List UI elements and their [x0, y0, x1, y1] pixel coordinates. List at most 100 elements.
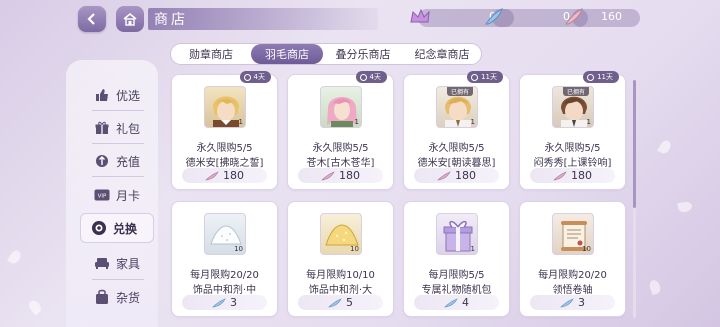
price-button[interactable]: 180 [530, 168, 615, 183]
item-quantity: 1 [586, 118, 591, 126]
item-name: 德米安[朝读暮思] [417, 158, 496, 169]
blue-feather-icon [328, 297, 342, 307]
item-image: 已拥有 1 [436, 86, 478, 128]
gift-icon [94, 120, 110, 136]
colorful-feather-icon [205, 170, 219, 180]
product-card[interactable]: 4天 1 永久限购5/5 苍木[古木苍华] 180 [287, 71, 394, 190]
product-card[interactable]: 11天 已拥有 1 永久限购5/5 德米安[朝读暮思] 180 [403, 71, 510, 190]
time-left-badge: 11天 [583, 71, 619, 83]
item-name: 饰品中和剂·大 [308, 285, 373, 296]
tab-stack-shop[interactable]: 叠分乐商店 [323, 44, 403, 64]
home-icon [123, 12, 137, 26]
petal-decoration [677, 200, 693, 214]
product-card[interactable]: 1 每月限购5/5 专属礼物随机包 4 [403, 201, 510, 317]
item-name: 闷秀秀[上课铃响] [533, 158, 612, 169]
price-button[interactable]: 180 [414, 168, 499, 183]
sidebar-item-label: 充值 [116, 154, 141, 169]
blue-feather-icon [212, 297, 226, 307]
item-image: 10 [204, 213, 246, 255]
sidebar-item-label: 礼包 [116, 121, 141, 136]
product-card[interactable]: 10 每月限购10/10 饰品中和剂·大 5 [287, 201, 394, 317]
petal-decoration [26, 298, 44, 316]
clock-icon [359, 73, 367, 81]
product-card[interactable]: 4天 1 永久限购5/5 德米安[拂晓之誓] 180 [171, 71, 278, 190]
time-left-badge: 11天 [467, 71, 503, 83]
product-card[interactable]: 10 每月限购20/20 饰品中和剂·中 3 [171, 201, 278, 317]
purchase-limit: 每月限购20/20 [190, 270, 259, 281]
sidebar-divider [92, 279, 144, 280]
svg-text:VIP: VIP [98, 194, 107, 200]
blue-feather-icon [560, 297, 574, 307]
item-image: 已拥有 1 [552, 86, 594, 128]
sidebar-item-monthly-card[interactable]: VIP 月卡 [84, 182, 150, 208]
colorful-feather-icon [553, 170, 567, 180]
currency-color-feather: 160 [565, 8, 640, 27]
price-button[interactable]: 4 [414, 295, 499, 310]
owned-tag: 已拥有 [447, 87, 474, 96]
purchase-limit: 永久限购5/5 [428, 143, 485, 154]
purchase-limit: 永久限购5/5 [312, 143, 369, 154]
item-quantity: 10 [234, 245, 243, 253]
item-image: 1 [320, 86, 362, 128]
crown-icon [410, 8, 430, 23]
price-button[interactable]: 180 [298, 168, 383, 183]
item-quantity: 1 [354, 118, 359, 126]
colorful-feather-icon [321, 170, 335, 180]
sidebar-item-label: 家具 [116, 256, 141, 271]
blue-feather-icon [444, 297, 458, 307]
exchange-icon [91, 220, 107, 236]
sidebar-item-furniture[interactable]: 家具 [84, 250, 150, 276]
item-name: 专属礼物随机包 [421, 285, 492, 296]
sidebar-item-label: 月卡 [116, 188, 141, 203]
petal-decoration [7, 248, 23, 266]
sidebar-item-label: 优选 [116, 88, 141, 103]
vip-card-icon: VIP [94, 187, 110, 203]
sidebar-item-label: 杂货 [116, 290, 141, 305]
sidebar-item-groceries[interactable]: 杂货 [84, 284, 150, 310]
top-bar: 商店 0 0 160 [0, 0, 720, 40]
item-quantity: 1 [238, 118, 243, 126]
product-card[interactable]: 11天 已拥有 1 永久限购5/5 闷秀秀[上课铃响] 180 [519, 71, 626, 190]
sidebar-item-featured[interactable]: 优选 [84, 82, 150, 108]
price-button[interactable]: 3 [182, 295, 267, 310]
item-quantity: 10 [582, 245, 591, 253]
petal-decoration [657, 138, 673, 156]
shop-tabs: 勋章商店 羽毛商店 叠分乐商店 纪念章商店 [170, 43, 482, 65]
item-image: 1 [204, 86, 246, 128]
sidebar-item-gift-pack[interactable]: 礼包 [84, 115, 150, 141]
sidebar-item-recharge[interactable]: 充值 [84, 148, 150, 174]
sidebar-divider [92, 143, 144, 144]
item-image: 10 [552, 213, 594, 255]
home-button[interactable] [116, 6, 144, 32]
price-button[interactable]: 180 [182, 168, 267, 183]
arrow-left-icon [87, 13, 95, 25]
price-button[interactable]: 5 [298, 295, 383, 310]
tab-commemorative-shop[interactable]: 纪念章商店 [403, 44, 481, 64]
tab-medal-shop[interactable]: 勋章商店 [171, 44, 251, 64]
item-image: 10 [320, 213, 362, 255]
bag-icon [94, 289, 110, 305]
item-quantity: 1 [470, 245, 475, 253]
time-left-badge: 4天 [239, 71, 271, 83]
item-image: 1 [436, 213, 478, 255]
blue-feather-icon [485, 8, 503, 25]
tab-feather-shop[interactable]: 羽毛商店 [251, 44, 323, 64]
product-card[interactable]: 10 每月限购20/20 领悟卷轴 3 [519, 201, 626, 317]
item-name: 饰品中和剂·中 [192, 285, 257, 296]
price-button[interactable]: 3 [530, 295, 615, 310]
sidebar-item-exchange[interactable]: 兑换 [80, 213, 154, 243]
back-button[interactable] [78, 6, 106, 32]
page-title: 商店 [154, 12, 188, 28]
item-name: 苍木[古木苍华] [306, 158, 375, 169]
owned-tag: 已拥有 [563, 87, 590, 96]
clock-icon [587, 73, 595, 81]
time-left-badge: 4天 [355, 71, 387, 83]
sidebar-item-label: 兑换 [113, 221, 138, 236]
thumbs-up-icon [94, 87, 110, 103]
purchase-limit: 永久限购5/5 [196, 143, 253, 154]
petal-decoration [647, 278, 663, 296]
scrollbar-thumb[interactable] [633, 80, 636, 208]
currency-color-feather-value: 160 [601, 10, 622, 23]
sidebar-divider [92, 110, 144, 111]
item-quantity: 1 [470, 118, 475, 126]
